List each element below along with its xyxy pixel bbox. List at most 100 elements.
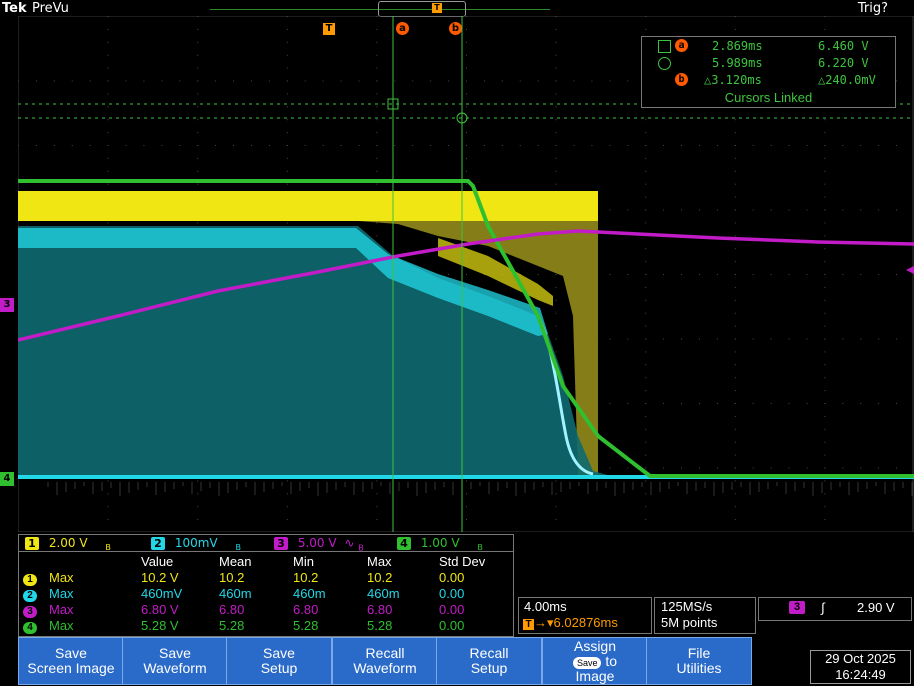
grid-dot bbox=[555, 286, 557, 288]
grid-dot bbox=[681, 467, 683, 469]
grid-dot bbox=[860, 403, 862, 404]
ch2-scale[interactable]: 2 100mV B bbox=[151, 536, 241, 552]
measurement-channel-chip: 1 bbox=[23, 570, 37, 586]
grid-dot bbox=[734, 506, 736, 508]
grid-dot bbox=[286, 480, 288, 482]
grid-dot bbox=[734, 312, 736, 314]
grid-dot bbox=[806, 338, 808, 340]
ch1-waveform-band bbox=[18, 191, 598, 221]
grid-dot bbox=[824, 493, 826, 495]
grid-dot bbox=[466, 183, 467, 185]
grid-dot bbox=[645, 157, 647, 159]
trigger-level-marker bbox=[906, 266, 914, 274]
grid-dot bbox=[788, 209, 790, 211]
record-view-window[interactable] bbox=[378, 1, 466, 17]
grid-dot bbox=[448, 274, 450, 275]
save-waveform-button[interactable]: Save Waveform bbox=[122, 637, 228, 685]
grid-dot bbox=[645, 325, 647, 327]
ch4-scale[interactable]: 4 1.00 V B bbox=[397, 536, 483, 552]
grid-dot bbox=[824, 325, 826, 327]
grid-dot bbox=[197, 119, 199, 121]
trigger-badge-icon: T bbox=[523, 619, 534, 630]
grid-dot bbox=[860, 209, 862, 211]
horizontal-readout[interactable]: 4.00ms T →▾6.02876ms bbox=[518, 597, 652, 634]
grid-dot bbox=[663, 403, 665, 404]
grid-dot bbox=[860, 145, 862, 146]
save-key-chip: Save bbox=[572, 656, 602, 669]
grid-dot bbox=[197, 54, 199, 56]
measurement-std: 0.00 bbox=[439, 602, 465, 617]
grid-dot bbox=[770, 467, 772, 469]
ch3-coupling-icon: ∿ bbox=[344, 536, 355, 550]
grid-dot bbox=[681, 338, 683, 340]
grid-dot bbox=[197, 132, 199, 134]
grid-dot bbox=[107, 519, 109, 521]
grid-dot bbox=[466, 519, 467, 521]
grid-dot bbox=[286, 493, 288, 495]
grid-dot bbox=[250, 145, 252, 146]
grid-dot bbox=[878, 403, 880, 404]
ch3-scale[interactable]: 3 5.00 V ∿ B bbox=[274, 536, 364, 552]
grid-dot bbox=[824, 222, 826, 224]
measurement-min: 6.80 bbox=[293, 602, 319, 617]
grid-dot bbox=[107, 106, 109, 108]
grid-dot bbox=[824, 28, 826, 30]
measurement-mean: 5.28 bbox=[219, 618, 245, 633]
grid-dot bbox=[716, 145, 718, 146]
grid-dot bbox=[466, 493, 467, 495]
col-header-std-dev: Std Dev bbox=[439, 554, 486, 569]
grid-dot bbox=[376, 28, 378, 30]
assign-save-button[interactable]: Assign Save to Image bbox=[542, 637, 648, 685]
grid-dot bbox=[250, 80, 252, 82]
grid-dot bbox=[197, 493, 199, 495]
grid-dot bbox=[627, 80, 629, 82]
file-utilities-button[interactable]: File Utilities bbox=[646, 637, 752, 685]
button-label-line1: File bbox=[687, 645, 711, 661]
ch3-ground-marker[interactable]: 3 bbox=[0, 298, 14, 312]
measurement-name: Max bbox=[49, 586, 74, 601]
grid-dot bbox=[555, 16, 557, 17]
grid-dot bbox=[734, 286, 736, 288]
grid-dot bbox=[627, 338, 629, 340]
grid-dot bbox=[555, 480, 557, 482]
grid-dot bbox=[358, 80, 360, 82]
grid-dot bbox=[878, 467, 880, 469]
acquisition-readout[interactable]: 125MS/s 5M points bbox=[654, 597, 756, 634]
cursor-b-badge: b bbox=[675, 73, 688, 86]
grid-dot bbox=[501, 145, 503, 146]
trigger-readout[interactable]: 3 ∫ 2.90 V bbox=[758, 597, 912, 621]
grid-dot bbox=[734, 454, 736, 456]
ch4-ground-marker[interactable]: 4 bbox=[0, 472, 14, 486]
grid-dot bbox=[770, 145, 772, 146]
grid-dot bbox=[645, 351, 647, 353]
grid-dot bbox=[71, 145, 73, 146]
ch1-scale[interactable]: 1 2.00 V B bbox=[25, 536, 111, 552]
grid-dot bbox=[734, 183, 736, 185]
grid-dot bbox=[698, 338, 700, 340]
grid-dot bbox=[304, 145, 306, 146]
grid-dot bbox=[609, 274, 611, 275]
grid-dot bbox=[555, 132, 557, 134]
grid-dot bbox=[734, 274, 736, 275]
grid-dot bbox=[466, 157, 467, 159]
recall-waveform-button[interactable]: Recall Waveform bbox=[332, 637, 438, 685]
grid-dot bbox=[107, 93, 109, 95]
grid-dot bbox=[555, 299, 557, 301]
save-setup-button[interactable]: Save Setup bbox=[226, 637, 332, 685]
grid-dot bbox=[394, 80, 396, 82]
grid-dot bbox=[734, 248, 736, 250]
grid-dot bbox=[376, 119, 378, 121]
grid-dot bbox=[376, 41, 378, 43]
grid-dot bbox=[645, 428, 647, 430]
grid-dot bbox=[286, 41, 288, 43]
grid-dot bbox=[734, 119, 736, 121]
measurement-table[interactable]: Value Mean Min Max Std Dev 1 Max 10.2 V 10.… bbox=[18, 551, 514, 637]
recall-setup-button[interactable]: Recall Setup bbox=[436, 637, 542, 685]
grid-dot bbox=[107, 157, 109, 159]
grid-dot bbox=[645, 209, 647, 211]
grid-dot bbox=[645, 312, 647, 314]
grid-dot bbox=[322, 145, 324, 146]
grid-dot bbox=[412, 80, 414, 82]
grid-dot bbox=[734, 170, 736, 172]
save-screen-image-button[interactable]: Save Screen Image bbox=[18, 637, 124, 685]
